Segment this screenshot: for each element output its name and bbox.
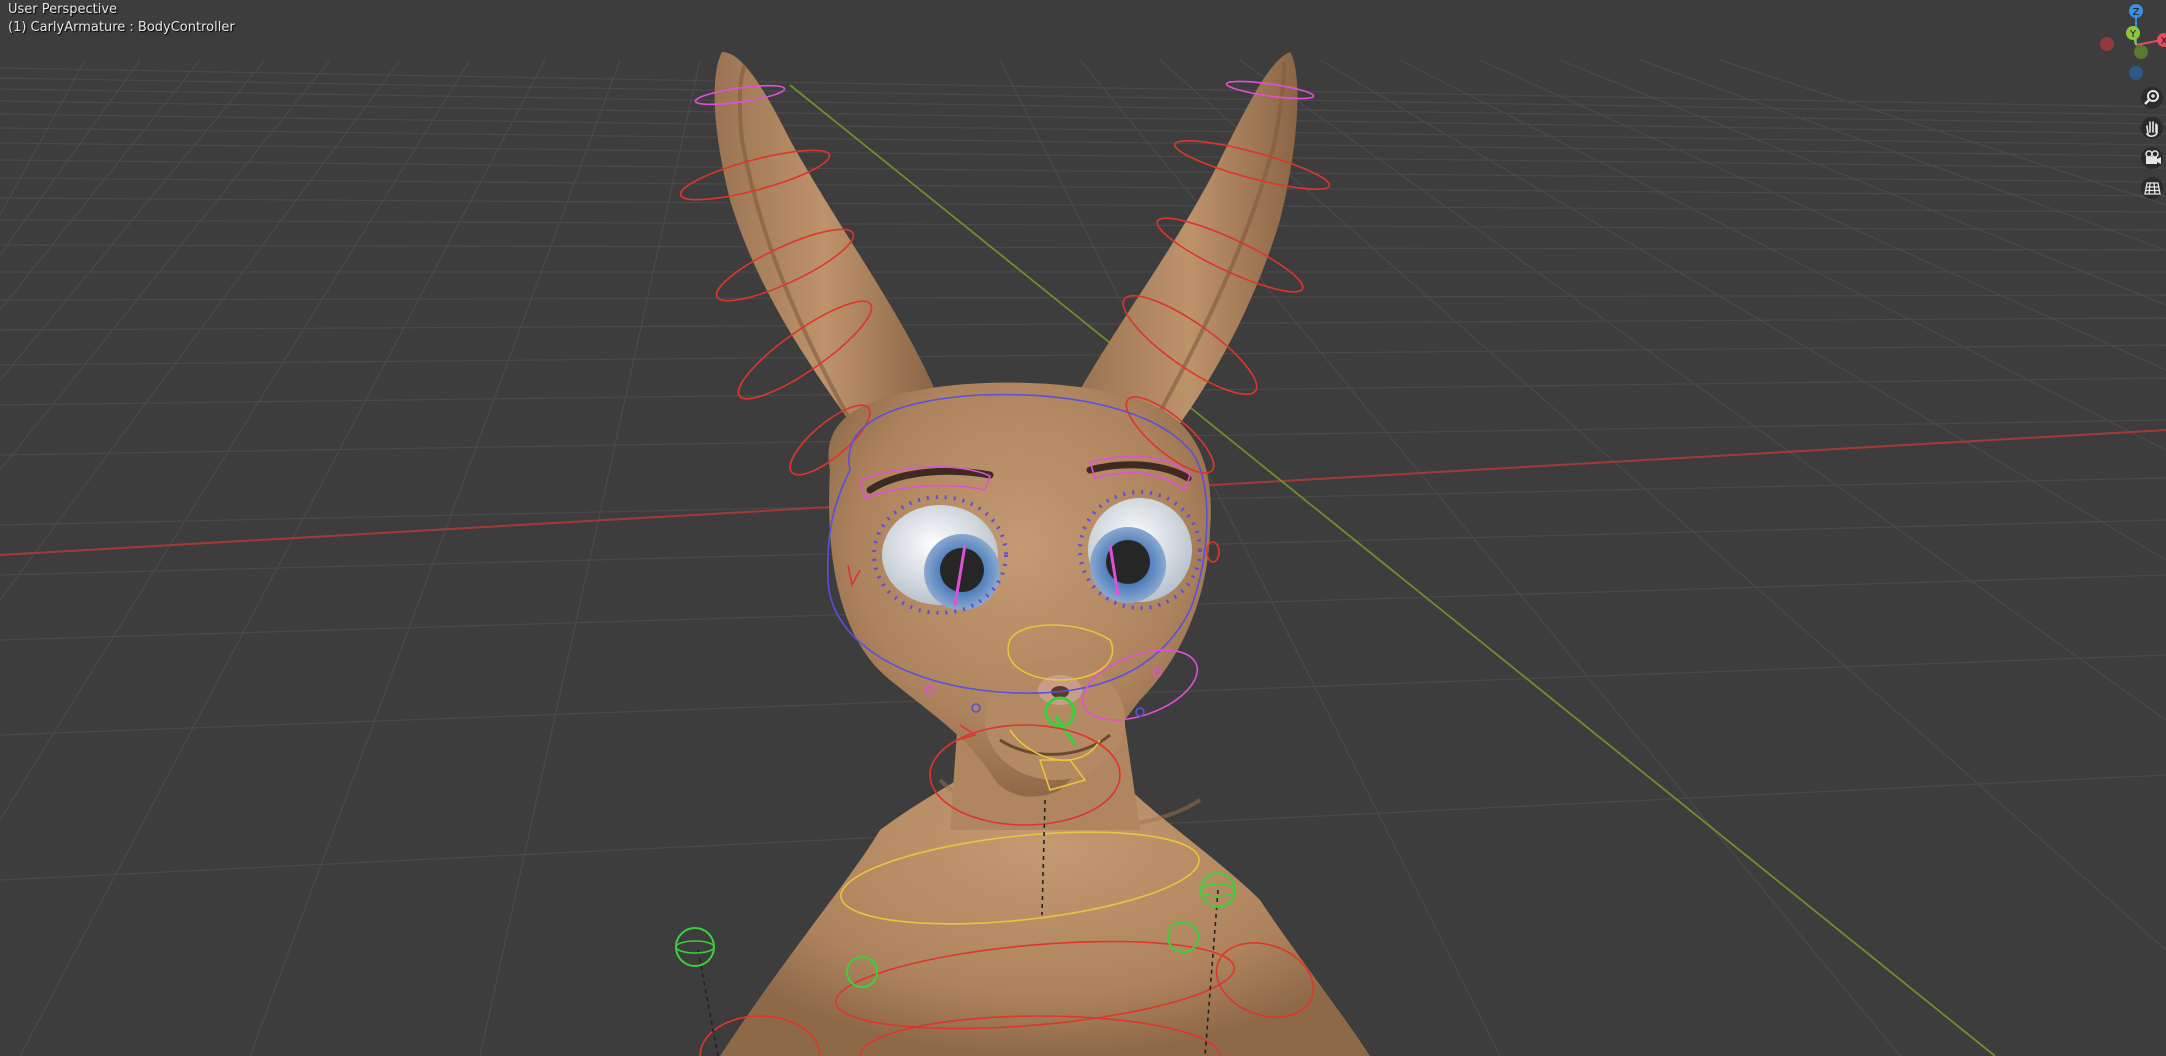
axis-neg-y-button[interactable] bbox=[2134, 45, 2148, 59]
axis-x-button[interactable]: X bbox=[2157, 33, 2166, 47]
axis-neg-x-button[interactable] bbox=[2100, 37, 2114, 51]
grid-icon bbox=[2141, 177, 2163, 199]
camera-icon bbox=[2141, 147, 2163, 169]
axis-y-button[interactable]: Y bbox=[2126, 26, 2140, 40]
hand-icon bbox=[2141, 117, 2163, 139]
axis-z-button[interactable]: Z bbox=[2129, 4, 2143, 18]
axis-y-label: Y bbox=[2129, 29, 2137, 40]
axis-neg-z-button[interactable] bbox=[2129, 66, 2143, 80]
active-object-label: (1) CarlyArmature : BodyController bbox=[8, 20, 235, 35]
zoom-icon bbox=[2141, 87, 2163, 109]
3d-viewport[interactable]: User Perspective (1) CarlyArmature : Bod… bbox=[0, 0, 2166, 1056]
axis-z-label: Z bbox=[2133, 7, 2140, 18]
axis-x-label: X bbox=[2161, 36, 2166, 47]
perspective-toggle-button[interactable] bbox=[2138, 174, 2166, 202]
zoom-button[interactable] bbox=[2138, 84, 2166, 112]
view-name-label: User Perspective bbox=[8, 2, 118, 17]
camera-view-button[interactable] bbox=[2138, 144, 2166, 172]
navigation-gizmo[interactable]: Z Y X bbox=[2086, 0, 2166, 90]
move-view-button[interactable] bbox=[2138, 114, 2166, 142]
scene-render[interactable] bbox=[0, 0, 2166, 1056]
